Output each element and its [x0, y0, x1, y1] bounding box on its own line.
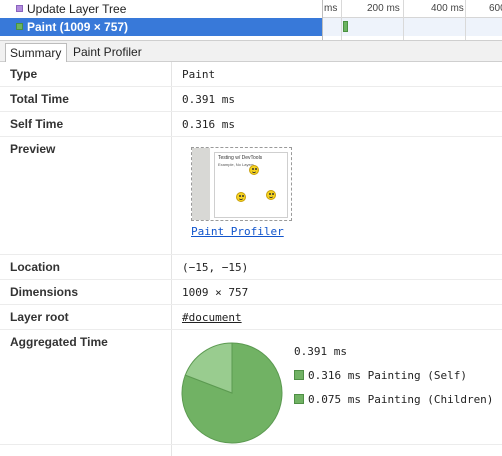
timeline-tick: ms	[324, 3, 338, 14]
timeline-tick: 200 ms	[367, 3, 400, 14]
detail-label: Self Time	[10, 117, 64, 131]
smiley-icon	[236, 192, 246, 202]
detail-value: 1009 × 757	[182, 286, 249, 299]
layer-root-link[interactable]: #document	[182, 311, 242, 324]
record-label: Paint (1009 × 757)	[27, 20, 129, 34]
aggregated-total: 0.391 ms	[294, 345, 347, 358]
detail-row-total-time: Total Time 0.391 ms	[0, 87, 502, 112]
detail-row-self-time: Self Time 0.316 ms	[0, 112, 502, 137]
tab-paint-profiler[interactable]: Paint Profiler	[69, 43, 155, 62]
detail-row-location: Location (−15, −15)	[0, 255, 502, 280]
detail-label: Aggregated Time	[10, 335, 108, 349]
detail-value: (−15, −15)	[182, 261, 249, 274]
timeline-selected-row	[323, 18, 502, 36]
thumbnail-page: Testing w/ DevTools Example, No Layers	[214, 152, 288, 218]
timeline-tick: 600	[489, 3, 502, 14]
legend-swatch	[294, 394, 304, 404]
record-label: Update Layer Tree	[27, 2, 127, 16]
details-tab-strip: Summary Paint Profiler	[0, 40, 502, 62]
paint-profiler-link[interactable]: Paint Profiler	[191, 225, 284, 238]
timeline-gridline	[341, 0, 342, 40]
timeline-tick: 400 ms	[431, 3, 464, 14]
record-update-layer-tree[interactable]: Update Layer Tree	[0, 0, 322, 18]
summary-details: Type Paint Total Time 0.391 ms Self Time…	[0, 62, 502, 456]
detail-label: Layer root	[10, 310, 69, 324]
detail-label: Type	[10, 67, 38, 81]
aggregated-time-pie-chart	[181, 342, 283, 444]
timeline-overview[interactable]: ms 200 ms 400 ms 600	[322, 0, 502, 40]
detail-value: 0.316 ms	[182, 118, 235, 131]
record-color-swatch	[16, 5, 23, 12]
legend-swatch	[294, 370, 304, 380]
detail-label: Dimensions	[10, 285, 79, 299]
thumbnail-title: Testing w/ DevTools	[218, 155, 263, 161]
record-color-swatch	[16, 23, 23, 30]
legend-label: 0.075 ms Painting (Children)	[308, 393, 494, 406]
paint-record-bar[interactable]	[343, 21, 348, 32]
detail-row-dimensions: Dimensions 1009 × 757	[0, 280, 502, 305]
detail-label: Total Time	[10, 92, 69, 106]
detail-value: 0.391 ms	[182, 93, 235, 106]
tab-summary[interactable]: Summary	[5, 43, 67, 62]
thumbnail-sidebar	[192, 148, 210, 220]
detail-label: Location	[10, 260, 60, 274]
detail-value: Paint	[182, 68, 216, 81]
detail-row-type: Type Paint	[0, 62, 502, 87]
legend-item-painting-self: 0.316 ms Painting (Self)	[294, 369, 467, 382]
detail-row-layer-root: Layer root #document	[0, 305, 502, 330]
smiley-icon	[249, 165, 259, 175]
timeline-gridline	[465, 0, 466, 40]
detail-row-preview: Preview Testing w/ DevTools Example, No …	[0, 137, 502, 255]
record-list: Update Layer Tree Paint (1009 × 757)	[0, 0, 322, 40]
legend-item-painting-children: 0.075 ms Painting (Children)	[294, 393, 493, 406]
detail-label: Preview	[10, 142, 56, 156]
timeline-gridline	[403, 0, 404, 40]
timeline-records-panel: Update Layer Tree Paint (1009 × 757) ms …	[0, 0, 502, 40]
timeline-axis: ms 200 ms 400 ms 600	[323, 0, 502, 18]
paint-preview-thumbnail[interactable]: Testing w/ DevTools Example, No Layers	[191, 147, 292, 221]
record-paint[interactable]: Paint (1009 × 757)	[0, 18, 322, 36]
legend-label: 0.316 ms Painting (Self)	[308, 369, 467, 382]
smiley-icon	[266, 190, 276, 200]
thumbnail-subtitle: Example, No Layers	[218, 162, 255, 167]
